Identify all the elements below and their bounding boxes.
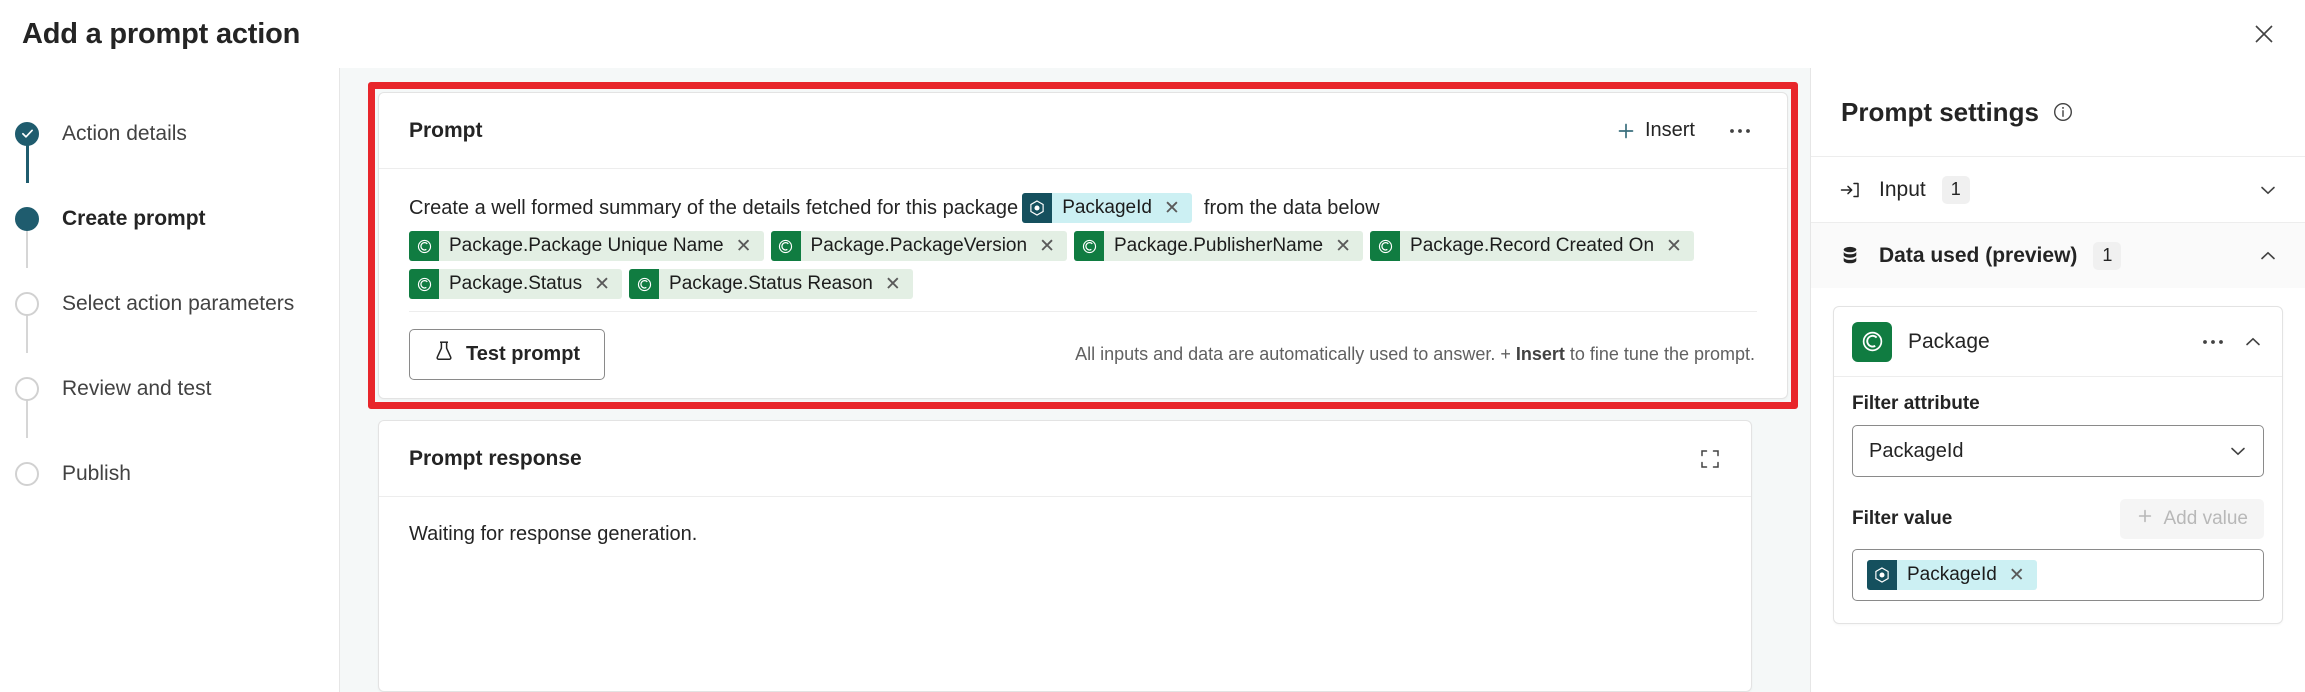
input-count-badge: 1 <box>1941 175 1970 204</box>
check-circle-icon <box>15 121 39 146</box>
package-card-title: Package <box>1908 329 1990 353</box>
data-used-count-badge: 1 <box>2093 241 2122 270</box>
prompt-canvas: Prompt Insert Create a well formed summa… <box>340 68 1810 692</box>
settings-section-label: Input <box>1879 177 1926 201</box>
token-remove-icon[interactable]: ✕ <box>2003 566 2037 585</box>
red-highlight-annotation <box>368 82 1798 409</box>
add-value-button[interactable]: Add value <box>2120 499 2264 539</box>
filter-value-label: Filter value <box>1852 508 1953 529</box>
dataverse-table-icon <box>1852 321 1892 362</box>
database-icon <box>1837 245 1863 267</box>
package-card-actions <box>2202 331 2264 353</box>
sidebar-item-publish[interactable]: Publish <box>0 431 339 516</box>
window-title-bar: Add a prompt action <box>0 0 2305 68</box>
filter-value-row: Filter value Add value <box>1852 499 2264 539</box>
plus-icon <box>2136 507 2154 531</box>
settings-section-label: Data used (preview) <box>1879 243 2078 267</box>
wizard-stepper: Action details Create prompt Select acti… <box>0 68 340 692</box>
filter-value-token[interactable]: PackageId ✕ <box>1867 560 2037 590</box>
empty-circle-icon <box>15 461 39 486</box>
step-marker <box>12 119 42 149</box>
package-id-icon <box>1867 560 1897 590</box>
filter-value-input[interactable]: PackageId ✕ <box>1852 549 2264 601</box>
sidebar-item-review-and-test[interactable]: Review and test <box>0 346 339 431</box>
package-card-body: Filter attribute PackageId Filter value <box>1834 377 2282 623</box>
chevron-down-icon <box>2227 440 2249 462</box>
token-label: PackageId <box>1907 564 1997 585</box>
info-icon[interactable] <box>2052 101 2074 123</box>
close-icon[interactable] <box>2241 11 2287 57</box>
chevron-down-icon[interactable] <box>2257 179 2279 201</box>
chevron-up-icon[interactable] <box>2242 331 2264 353</box>
expand-icon[interactable] <box>1699 448 1721 470</box>
filter-attribute-label: Filter attribute <box>1852 393 1980 414</box>
prompt-settings-title: Prompt settings <box>1841 96 2039 127</box>
step-marker <box>12 204 42 234</box>
filter-attribute-value: PackageId <box>1869 439 1964 462</box>
empty-circle-icon <box>15 376 39 401</box>
settings-section-input[interactable]: Input 1 <box>1811 156 2305 222</box>
step-marker <box>12 459 42 489</box>
dialog-body: Action details Create prompt Select acti… <box>0 68 2305 692</box>
filter-attribute-select[interactable]: PackageId <box>1852 425 2264 477</box>
more-horizontal-icon[interactable] <box>2202 339 2224 345</box>
sidebar-item-label: Create prompt <box>62 206 206 230</box>
sidebar-item-select-action-parameters[interactable]: Select action parameters <box>0 261 339 346</box>
sidebar-item-label: Select action parameters <box>62 291 295 315</box>
prompt-response-card: Prompt response Waiting for response gen… <box>378 420 1752 692</box>
step-marker <box>12 374 42 404</box>
filled-circle-icon <box>15 206 39 231</box>
add-value-label: Add value <box>2163 508 2248 529</box>
empty-circle-icon <box>15 291 39 316</box>
input-arrow-icon <box>1837 179 1863 201</box>
prompt-response-body: Waiting for response generation. <box>409 523 698 545</box>
package-data-card: Package Filter attribute PackageId Filte… <box>1833 306 2283 624</box>
package-card-header[interactable]: Package <box>1834 307 2282 377</box>
page-title: Add a prompt action <box>22 17 301 50</box>
prompt-settings-header: Prompt settings <box>1811 68 2305 156</box>
sidebar-item-create-prompt[interactable]: Create prompt <box>0 176 339 261</box>
chevron-up-icon[interactable] <box>2257 245 2279 267</box>
sidebar-item-label: Action details <box>62 121 187 145</box>
sidebar-item-action-details[interactable]: Action details <box>0 91 339 176</box>
sidebar-item-label: Review and test <box>62 376 212 400</box>
settings-section-data-used[interactable]: Data used (preview) 1 <box>1811 222 2305 288</box>
prompt-response-header: Prompt response <box>379 421 1751 497</box>
prompt-response-title: Prompt response <box>409 446 582 470</box>
step-marker <box>12 289 42 319</box>
prompt-settings-panel: Prompt settings Input 1 Data used (previ… <box>1810 68 2305 692</box>
sidebar-item-label: Publish <box>62 461 131 485</box>
